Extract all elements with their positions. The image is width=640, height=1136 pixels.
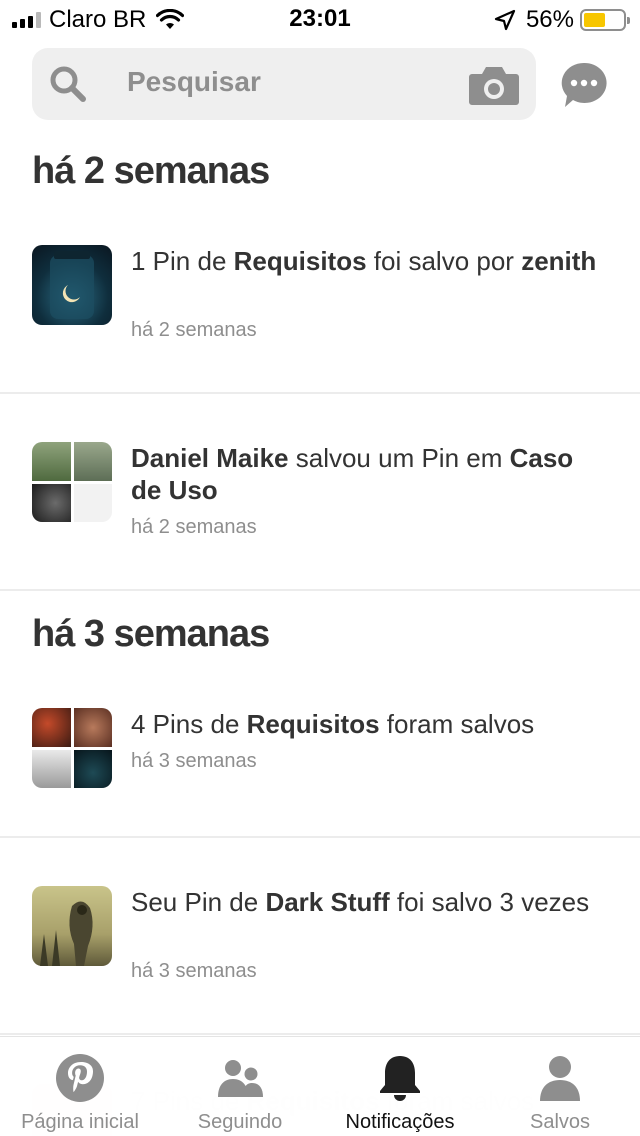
search-bar[interactable]: Pesquisar <box>32 48 536 120</box>
pinterest-logo-icon <box>56 1054 104 1102</box>
section-title: há 2 semanas <box>32 150 270 192</box>
notification-thumbnail <box>32 886 112 966</box>
divider <box>0 392 640 394</box>
notification-item[interactable]: 4 Pins de Requisitos foram salvos há 3 s… <box>32 708 612 798</box>
notification-text: 1 Pin de Requisitos foi salvo por zenith <box>131 246 597 276</box>
profile-icon <box>540 1056 580 1101</box>
search-icon <box>50 66 86 102</box>
chat-icon[interactable] <box>559 60 609 110</box>
moon-jar-image <box>50 251 94 319</box>
battery-percent: 56% <box>525 6 574 33</box>
search-input[interactable]: Pesquisar <box>127 66 261 98</box>
battery-icon <box>580 9 630 31</box>
notification-text: Seu Pin de Dark Stuff foi salvo 3 vezes <box>131 887 590 917</box>
notification-item[interactable]: Seu Pin de Dark Stuff foi salvo 3 vezes … <box>32 886 612 1006</box>
battery-level <box>584 13 606 27</box>
divider <box>0 589 640 591</box>
status-bar: Claro BR 23:01 56% <box>0 0 640 40</box>
tab-saved[interactable]: Salvos <box>480 1037 640 1136</box>
notification-thumbnail <box>32 442 112 522</box>
section-title: há 3 semanas <box>32 613 270 655</box>
tab-home[interactable]: Página inicial <box>0 1037 160 1136</box>
tab-notifications[interactable]: Notificações <box>320 1037 480 1136</box>
location-arrow-icon <box>494 9 516 31</box>
tab-label: Seguindo <box>197 1111 283 1133</box>
tab-label: Salvos <box>529 1111 591 1133</box>
notification-thumbnail <box>32 708 112 788</box>
notification-time: há 3 semanas <box>131 750 257 772</box>
status-right: 56% <box>494 6 630 34</box>
notification-text: 4 Pins de Requisitos foram salvos <box>131 709 535 739</box>
notification-time: há 3 semanas <box>131 960 257 982</box>
divider <box>0 836 640 838</box>
tab-following[interactable]: Seguindo <box>160 1037 320 1136</box>
people-icon <box>218 1060 263 1097</box>
notification-thumbnail <box>32 245 112 325</box>
dark-art-image <box>40 901 93 966</box>
notification-time: há 2 semanas <box>131 319 257 341</box>
notification-item[interactable]: 1 Pin de Requisitos foi salvo por zenith… <box>32 245 612 365</box>
bell-icon <box>380 1056 420 1101</box>
divider <box>0 1033 640 1035</box>
notification-time: há 2 semanas <box>131 516 257 538</box>
tab-label: Notificações <box>345 1111 455 1133</box>
tab-bar: Página inicial Seguindo Notificações Sal… <box>0 1036 640 1136</box>
notification-item[interactable]: Daniel Maike salvou um Pin em Caso de Us… <box>32 442 612 562</box>
notification-text: Daniel Maike salvou um Pin em Caso de Us… <box>131 443 574 505</box>
camera-icon[interactable] <box>468 64 520 106</box>
tab-label: Página inicial <box>21 1111 139 1133</box>
